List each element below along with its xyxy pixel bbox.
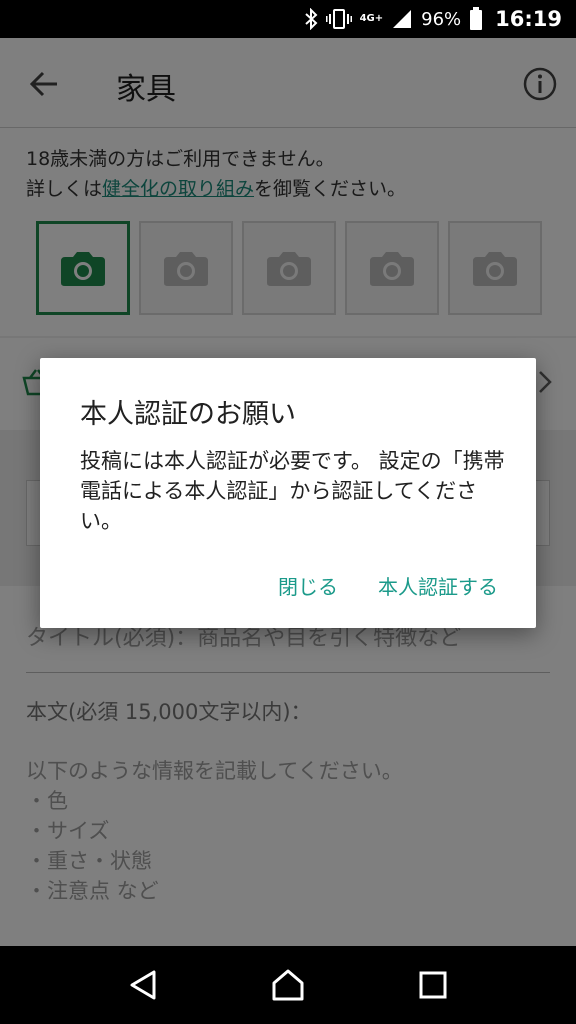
clock: 16:19 bbox=[495, 7, 562, 31]
network-type-indicator: 4G+ bbox=[360, 7, 384, 31]
nav-home-button[interactable] bbox=[258, 955, 318, 1015]
signal-icon bbox=[391, 7, 413, 31]
battery-icon bbox=[469, 7, 483, 31]
system-nav-bar bbox=[0, 946, 576, 1024]
dialog-title: 本人認証のお願い bbox=[80, 399, 296, 430]
vibrate-icon bbox=[325, 7, 352, 31]
nav-recents-button[interactable] bbox=[403, 955, 463, 1015]
bluetooth-icon bbox=[304, 7, 318, 31]
verification-dialog: 本人認証のお願い 投稿には本人認証が必要です。 設定の「携帯電話による本人認証」… bbox=[40, 358, 536, 628]
close-button[interactable]: 閉じる bbox=[278, 571, 338, 600]
network-type-label: 4G+ bbox=[359, 13, 384, 24]
status-bar: 4G+ 96% 16:19 bbox=[0, 0, 576, 38]
home-icon bbox=[272, 969, 304, 1001]
triangle-back-icon bbox=[130, 970, 156, 1000]
nav-back-button[interactable] bbox=[113, 955, 173, 1015]
verify-button[interactable]: 本人認証する bbox=[378, 571, 498, 600]
square-recents-icon bbox=[419, 971, 447, 999]
battery-percent: 96% bbox=[421, 8, 462, 30]
dialog-actions: 閉じる 本人認証する bbox=[278, 571, 498, 600]
dialog-message: 投稿には本人認証が必要です。 設定の「携帯電話による本人認証」から認証してくださ… bbox=[80, 449, 505, 533]
